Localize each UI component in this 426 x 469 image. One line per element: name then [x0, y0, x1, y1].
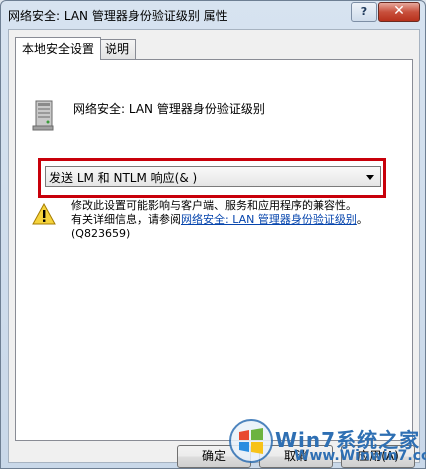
policy-help-link[interactable]: 网络安全: LAN 管理器身份验证级别: [181, 213, 357, 226]
window-title: 网络安全: LAN 管理器身份验证级别 属性: [8, 9, 228, 23]
warning-line-1: 修改此设置可能影响与客户端、服务和应用程序的兼容性。: [71, 199, 357, 212]
tab-explain[interactable]: 说明: [98, 39, 137, 59]
tab-panel: 网络安全: LAN 管理器身份验证级别 发送 LM 和 NTLM 响应(& ) …: [15, 59, 413, 441]
chevron-down-icon[interactable]: [366, 175, 374, 180]
kb-reference: (Q823659): [71, 227, 131, 240]
title-bar[interactable]: 网络安全: LAN 管理器身份验证级别 属性 ? ✕: [1, 1, 425, 29]
close-button[interactable]: ✕: [378, 2, 420, 22]
policy-title: 网络安全: LAN 管理器身份验证级别: [73, 102, 265, 116]
dropdown-selected-value: 发送 LM 和 NTLM 响应(& ): [49, 171, 198, 185]
warning-suffix: 。: [356, 213, 368, 226]
server-icon: [32, 100, 54, 131]
warning-line-2: 有关详细信息，请参阅网络安全: LAN 管理器身份验证级别。: [71, 213, 401, 227]
watermark-site: Www.Winwin7.com: [294, 448, 426, 464]
compatibility-warning: 修改此设置可能影响与客户端、服务和应用程序的兼容性。 有关详细信息，请参阅网络安…: [71, 199, 401, 241]
dialog-body: 本地安全设置 说明 网络安全: LAN 管理器身份验证级别 发送 LM 和 NT…: [8, 29, 420, 468]
warning-prefix: 有关详细信息，请参阅: [71, 213, 181, 226]
warning-icon: [32, 203, 56, 225]
properties-dialog: 网络安全: LAN 管理器身份验证级别 属性 ? ✕ 本地安全设置 说明 网络安…: [0, 0, 426, 469]
help-button[interactable]: ?: [351, 2, 377, 22]
tab-local-security-setting[interactable]: 本地安全设置: [15, 37, 102, 60]
auth-level-dropdown[interactable]: 发送 LM 和 NTLM 响应(& ): [45, 166, 381, 187]
windows-logo-icon: [229, 419, 273, 463]
watermark: Win7系统之家 Www.Winwin7.com: [224, 418, 426, 466]
